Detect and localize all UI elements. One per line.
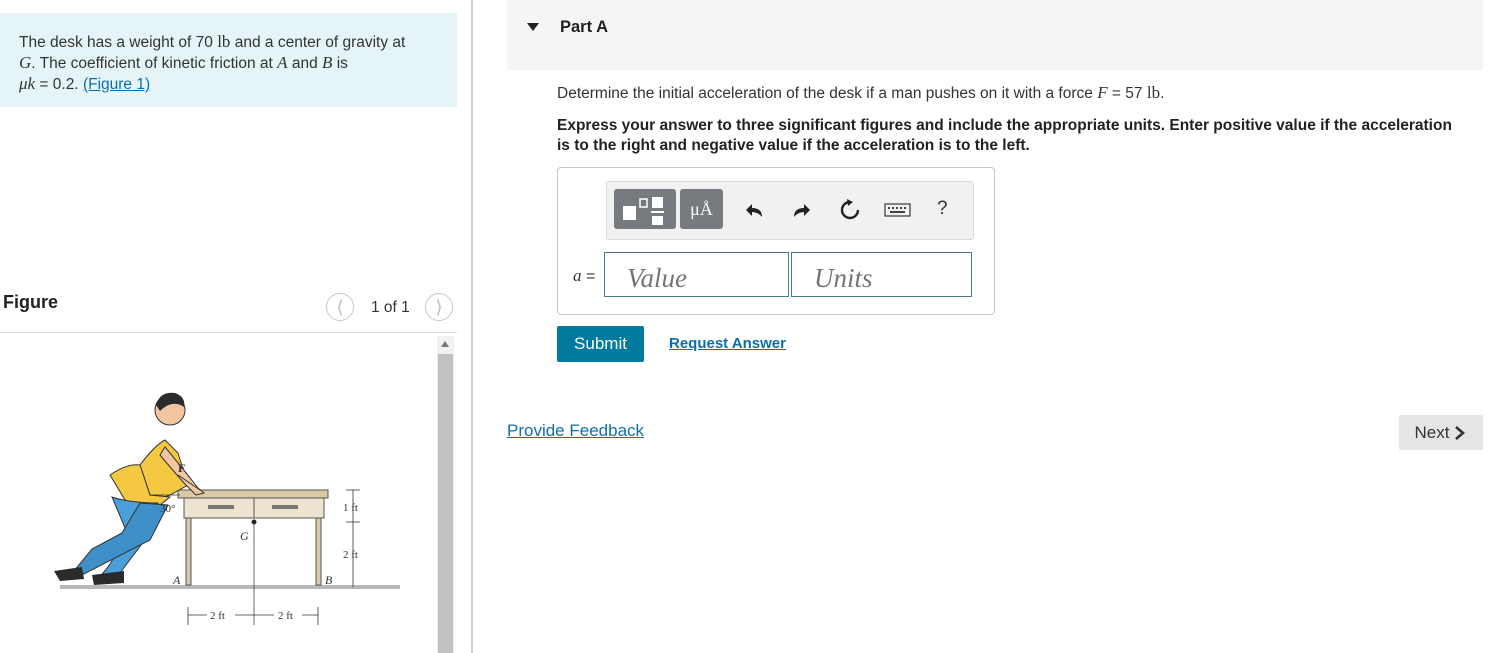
redo-button[interactable] [789,198,813,222]
problem-text-1: The desk has a weight of 70 [19,34,213,51]
mu-symbol: μk [19,74,36,93]
scroll-up-arrow-icon[interactable] [441,341,449,347]
help-icon: ? [937,198,948,219]
submit-button[interactable]: Submit [557,326,644,362]
man-shoe-back [54,567,84,581]
part-a-title: Part A [560,18,608,36]
problem-text-2: and a center of gravity at [234,34,406,51]
answer-instructions: Express your answer to three significant… [557,117,1452,154]
value-input[interactable] [604,252,789,297]
floor [60,585,400,589]
drawer-handle-right [272,505,298,509]
figure-link[interactable]: (Figure 1) [83,76,150,93]
question-text-main: Determine the initial acceleration of th… [557,85,1093,102]
units-button[interactable]: μÅ [680,189,723,229]
units-input[interactable] [791,252,972,297]
mu-value: = 0.2. [39,76,79,93]
keyboard-button[interactable] [884,198,912,222]
question-period: . [1160,85,1165,102]
force-symbol: F [1097,83,1108,102]
label-force: F [178,461,185,475]
label-angle: 30° [160,503,175,515]
column-divider [471,0,473,653]
label-w2: 2 ft [278,610,293,622]
part-a-header[interactable] [507,0,1483,70]
templates-button[interactable] [614,189,676,229]
question-text: Determine the initial acceleration of th… [557,83,1164,103]
templates-icon [623,197,664,225]
label-a: A [172,573,181,587]
figure-next-button[interactable]: ⟩ [425,293,453,321]
problem-text-3: . The coefficient of kinetic friction at [31,55,273,72]
symbol-b: B [322,53,333,72]
figure-divider [0,332,457,333]
chevron-right-icon: ⟩ [435,296,443,317]
problem-text: The desk has a weight of 70 lb and a cen… [19,32,449,95]
chevron-right-icon [1455,425,1466,440]
undo-icon [746,204,762,217]
units-icon: μÅ [690,198,713,219]
figure-pager: 1 of 1 [371,299,410,316]
label-h1: 1 ft [343,502,358,514]
desk-leg-b [315,517,322,586]
problem-text-5: is [336,55,348,72]
force-value: = 57 [1111,85,1143,102]
symbol-a: A [277,53,288,72]
figure-desk-diagram: F 30° G A B 1 ft 2 ft 2 ft 2 ft [54,392,400,625]
equals-sign: = [585,268,596,285]
request-answer-link[interactable]: Request Answer [669,335,786,352]
provide-feedback-link[interactable]: Provide Feedback [507,421,644,441]
desk-leg-a [185,517,192,586]
label-b: B [325,573,333,587]
next-label: Next [1414,422,1450,442]
drawer-handle-left [208,505,234,509]
force-unit: lb [1146,83,1161,102]
figure-label: Figure [3,292,59,312]
redo-icon [794,204,810,217]
answer-variable-label: a = [573,266,595,286]
label-g: G [240,529,249,543]
symbol-g: G [19,53,32,72]
undo-button[interactable] [743,198,767,222]
problem-text-4: and [291,55,318,72]
reset-button[interactable] [838,198,862,222]
weight-unit: lb [217,32,231,51]
caret-down-icon[interactable] [527,23,539,31]
variable-symbol: a [573,266,582,285]
figure-scrollbar-thumb[interactable] [438,354,453,653]
label-w1: 2 ft [210,610,225,622]
figure-prev-button[interactable]: ⟨ [326,293,354,321]
chevron-left-icon: ⟨ [336,296,344,317]
label-h2: 2 ft [343,549,358,561]
keyboard-icon [884,203,911,217]
reset-icon [840,199,860,220]
help-button[interactable]: ? [937,198,948,220]
man-shoe-front [92,571,124,585]
next-button[interactable]: Next [1399,415,1483,450]
